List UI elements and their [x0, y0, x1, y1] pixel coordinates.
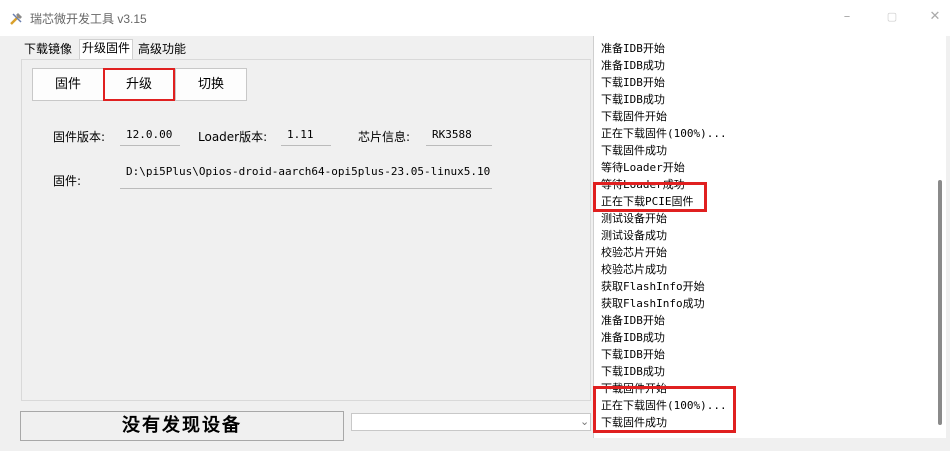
log-panel[interactable]: 准备IDB开始 准备IDB成功 下载IDB开始 下载IDB成功 下载固件开始 正… [593, 36, 946, 438]
log-line: 准备IDB成功 [601, 59, 665, 72]
log-scrollbar[interactable] [938, 180, 942, 425]
chip-info-label: 芯片信息: [358, 130, 411, 144]
loader-version-value: 1.11 [281, 124, 331, 146]
firmware-label: 固件: [53, 174, 82, 188]
log-line: 下载固件成功 [601, 144, 667, 157]
loader-version-label: Loader版本: [198, 130, 268, 144]
chip-info-value: RK3588 [426, 124, 492, 146]
minimize-button[interactable]: – [832, 5, 862, 29]
log-line: 准备IDB开始 [601, 42, 665, 55]
log-line: 下载IDB成功 [601, 93, 665, 106]
chevron-down-icon[interactable]: ⌄ [580, 415, 589, 428]
fw-version-label: 固件版本: [53, 130, 106, 144]
maximize-button[interactable]: ▢ [877, 5, 907, 29]
firmware-button[interactable]: 固件 [32, 68, 104, 101]
log-line: 等待Loader开始 [601, 161, 685, 174]
highlight-pcie-line [593, 182, 707, 212]
tab-upgrade-firmware[interactable]: 升级固件 [79, 39, 134, 59]
highlight-download-complete [593, 386, 736, 433]
tab-advanced[interactable]: 高级功能 [136, 41, 188, 59]
log-line: 获取FlashInfo开始 [601, 280, 705, 293]
log-line: 下载IDB成功 [601, 365, 665, 378]
log-line: 校验芯片开始 [601, 246, 667, 259]
window-title: 瑞芯微开发工具 v3.15 [30, 12, 147, 26]
close-button[interactable]: ✕ [920, 5, 950, 29]
device-combo[interactable] [351, 413, 591, 431]
tab-download-image[interactable]: 下载镜像 [22, 41, 74, 59]
device-status: 没有发现设备 [20, 411, 344, 441]
fw-version-value: 12.0.00 [120, 124, 180, 146]
upgrade-button[interactable]: 升级 [103, 68, 175, 101]
title-bar: 瑞芯微开发工具 v3.15 – ▢ ✕ [0, 0, 950, 36]
log-line: 测试设备开始 [601, 212, 667, 225]
log-line: 校验芯片成功 [601, 263, 667, 276]
log-line: 下载IDB开始 [601, 348, 665, 361]
switch-button[interactable]: 切换 [175, 68, 247, 101]
log-line: 下载IDB开始 [601, 76, 665, 89]
firmware-path-field[interactable]: D:\pi5Plus\Opios-droid-aarch64-opi5plus-… [120, 161, 492, 189]
app-tools-icon [10, 13, 22, 25]
log-line: 获取FlashInfo成功 [601, 297, 705, 310]
log-line: 准备IDB成功 [601, 331, 665, 344]
log-line: 测试设备成功 [601, 229, 667, 242]
upgrade-panel [21, 59, 591, 401]
log-line: 下载固件开始 [601, 110, 667, 123]
log-line: 正在下载固件(100%)... [601, 127, 727, 140]
log-line: 准备IDB开始 [601, 314, 665, 327]
